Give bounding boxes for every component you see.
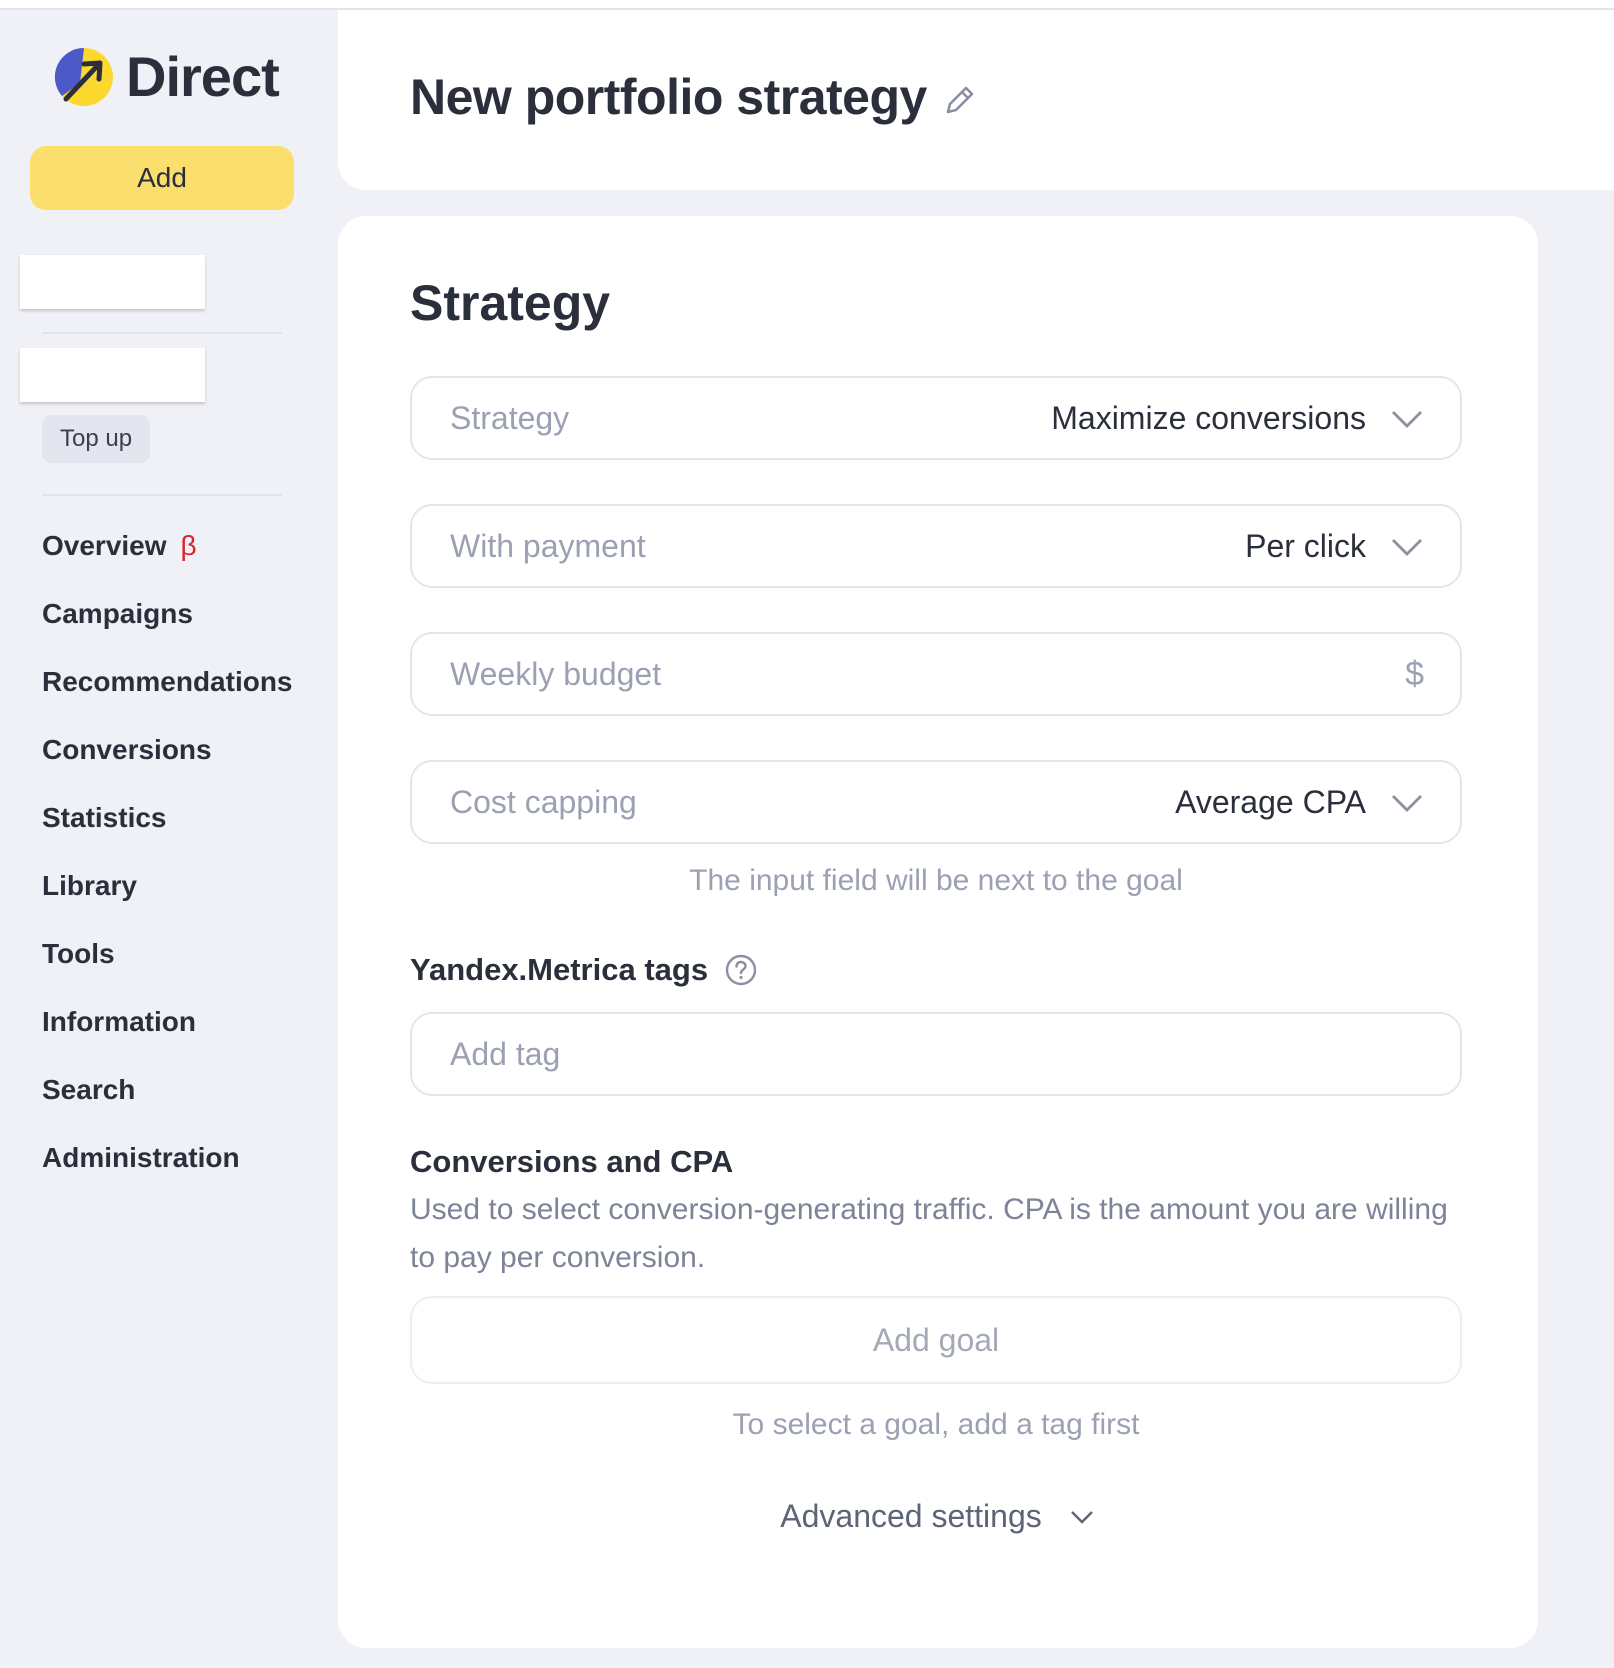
field-value: Average CPA <box>1175 783 1366 820</box>
chevron-down-icon <box>1070 1510 1093 1524</box>
weekly-budget-input[interactable]: Weekly budget $ <box>410 632 1462 716</box>
metrica-tags-label: Yandex.Metrica tags <box>410 952 758 988</box>
pencil-icon[interactable] <box>942 82 978 118</box>
payment-select[interactable]: With payment Per click <box>410 504 1462 588</box>
sidebar-item-tools[interactable]: Tools <box>42 938 293 1006</box>
sidebar-item-conversions[interactable]: Conversions <box>42 734 293 802</box>
sidebar-divider <box>42 494 282 496</box>
page-title: New portfolio strategy <box>410 69 927 125</box>
page-header: New portfolio strategy <box>338 10 1614 190</box>
add-goal-button[interactable]: Add goal <box>410 1296 1462 1384</box>
sidebar-item-label: Overview <box>42 530 167 561</box>
sidebar-nav: Overview β Campaigns Recommendations Conv… <box>42 530 293 1210</box>
field-label: Strategy <box>450 399 570 436</box>
cost-capping-hint: The input field will be next to the goal <box>689 864 1183 897</box>
balance-card[interactable] <box>20 348 205 402</box>
conversions-description: Used to select conversion-generating tra… <box>410 1193 1448 1274</box>
conversions-title: Conversions and CPA <box>410 1144 734 1179</box>
advanced-settings-label: Advanced settings <box>780 1498 1042 1534</box>
top-up-button[interactable]: Top up <box>42 415 151 463</box>
beta-badge: β <box>180 530 197 561</box>
goal-hint: To select a goal, add a tag first <box>732 1408 1140 1441</box>
sidebar-item-overview[interactable]: Overview β <box>42 530 293 598</box>
field-value: Per click <box>1245 527 1366 564</box>
sidebar-item-recommendations[interactable]: Recommendations <box>42 666 293 734</box>
chevron-down-icon <box>1392 795 1422 812</box>
strategy-select[interactable]: Strategy Maximize conversions <box>410 376 1462 460</box>
logo-text: Direct <box>126 45 280 108</box>
question-circle-icon[interactable] <box>724 953 758 987</box>
advanced-settings-toggle[interactable]: Advanced settings <box>338 1498 1538 1535</box>
sidebar-item-library[interactable]: Library <box>42 870 293 938</box>
sidebar-item-campaigns[interactable]: Campaigns <box>42 598 293 666</box>
sidebar-item-administration[interactable]: Administration <box>42 1142 293 1210</box>
sidebar-item-information[interactable]: Information <box>42 1006 293 1074</box>
logo[interactable]: Direct <box>54 44 280 109</box>
sidebar-item-statistics[interactable]: Statistics <box>42 802 293 870</box>
field-label: With payment <box>450 527 646 564</box>
sidebar-divider <box>42 332 282 334</box>
add-tag-input[interactable] <box>410 1012 1462 1096</box>
chevron-down-icon <box>1392 411 1422 428</box>
field-label: Cost capping <box>450 783 637 820</box>
strategy-card: Strategy Strategy Maximize conversions W… <box>338 216 1538 1648</box>
metrica-tags-label-text: Yandex.Metrica tags <box>410 952 709 987</box>
chevron-down-icon <box>1392 539 1422 556</box>
cost-capping-select[interactable]: Cost capping Average CPA <box>410 760 1462 844</box>
section-title: Strategy <box>410 275 611 331</box>
field-label: Weekly budget <box>450 655 662 692</box>
sidebar: Direct Add Top up Overview β Campaigns Re… <box>0 10 318 1668</box>
field-value: Maximize conversions <box>1051 399 1366 436</box>
top-border <box>0 0 1614 10</box>
direct-logo-icon <box>54 47 113 106</box>
account-card[interactable] <box>20 255 205 309</box>
sidebar-item-search[interactable]: Search <box>42 1074 293 1142</box>
add-button[interactable]: Add <box>30 146 294 210</box>
currency-symbol: $ <box>1405 654 1424 693</box>
